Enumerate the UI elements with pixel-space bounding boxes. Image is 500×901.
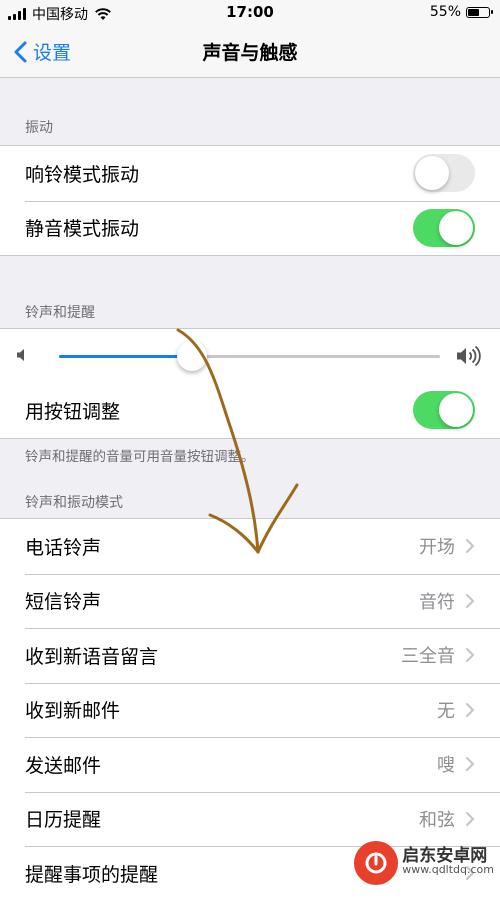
volume-slider-fill <box>59 355 193 358</box>
chevron-right-icon <box>466 757 475 772</box>
row-value: 和弦 <box>419 809 455 831</box>
toggle-knob <box>439 393 473 427</box>
row-value: 音符 <box>419 591 455 613</box>
row-vibrate-on-silent[interactable]: 静音模式振动 <box>0 200 500 256</box>
status-right: 55% <box>429 4 493 20</box>
chevron-right-icon <box>466 811 475 826</box>
chevron-right-icon <box>466 702 475 717</box>
volume-slider-row <box>0 329 500 383</box>
row-label: 电话铃声 <box>25 536 102 559</box>
section-header-patterns: 铃声和振动模式 <box>25 495 123 511</box>
chevron-right-icon <box>466 593 475 608</box>
toggle-vibrate-on-ring[interactable] <box>413 154 475 192</box>
volume-high-icon <box>457 345 481 367</box>
volume-low-icon <box>17 349 24 361</box>
toggle-knob <box>415 156 449 190</box>
row-ringtone[interactable]: 电话铃声 开场 <box>0 519 500 574</box>
toggle-vibrate-on-silent[interactable] <box>413 208 475 247</box>
row-new-voicemail[interactable]: 收到新语音留言 三全音 <box>0 628 500 683</box>
status-time: 17:00 <box>226 3 274 21</box>
watermark: 启东安卓网 www.qdltdq.com <box>354 841 494 885</box>
row-value: 嗖 <box>437 755 455 777</box>
toggle-knob <box>439 210 473 245</box>
watermark-text: 启东安卓网 www.qdltdq.com <box>402 846 494 877</box>
section-header-ringer: 铃声和提醒 <box>25 305 95 321</box>
volume-slider[interactable] <box>59 355 440 358</box>
volume-slider-thumb[interactable] <box>177 341 208 371</box>
row-vibrate-on-ring[interactable]: 响铃模式振动 <box>0 146 500 201</box>
row-label: 日历提醒 <box>25 809 102 832</box>
row-value: 开场 <box>419 537 455 559</box>
row-label: 收到新邮件 <box>25 700 121 723</box>
ringer-group: 用按钮调整 <box>0 328 500 439</box>
battery-percent: 55% <box>429 4 461 20</box>
watermark-brand: 启东安卓网 <box>402 846 488 866</box>
toggle-change-with-buttons[interactable] <box>413 391 475 429</box>
section-header-vibration: 振动 <box>25 120 53 136</box>
chevron-right-icon <box>466 539 475 554</box>
row-sent-mail[interactable]: 发送邮件 嗖 <box>0 737 500 792</box>
row-calendar-alerts[interactable]: 日历提醒 和弦 <box>0 791 500 847</box>
page-title: 声音与触感 <box>202 42 298 64</box>
battery-icon <box>466 6 493 18</box>
row-change-with-buttons[interactable]: 用按钮调整 <box>0 383 500 438</box>
row-text-tone[interactable]: 短信铃声 音符 <box>0 573 500 629</box>
row-label: 短信铃声 <box>25 591 102 614</box>
row-value: 无 <box>437 700 455 722</box>
row-label: 收到新语音留言 <box>25 645 159 668</box>
ringer-footnote: 铃声和提醒的音量可用音量按钮调整。 <box>25 449 255 465</box>
chevron-right-icon <box>466 648 475 663</box>
status-bar: 中国移动 17:00 55% <box>0 0 500 26</box>
row-value: 三全音 <box>401 646 455 668</box>
watermark-logo-icon <box>354 841 399 885</box>
battery-fill <box>468 8 479 16</box>
row-label: 发送邮件 <box>25 754 102 777</box>
row-new-mail[interactable]: 收到新邮件 无 <box>0 682 500 738</box>
navigation-bar: 设置 声音与触感 <box>0 26 500 78</box>
vibration-group: 响铃模式振动 静音模式振动 <box>0 145 500 256</box>
watermark-url: www.qdltdq.com <box>402 863 494 876</box>
